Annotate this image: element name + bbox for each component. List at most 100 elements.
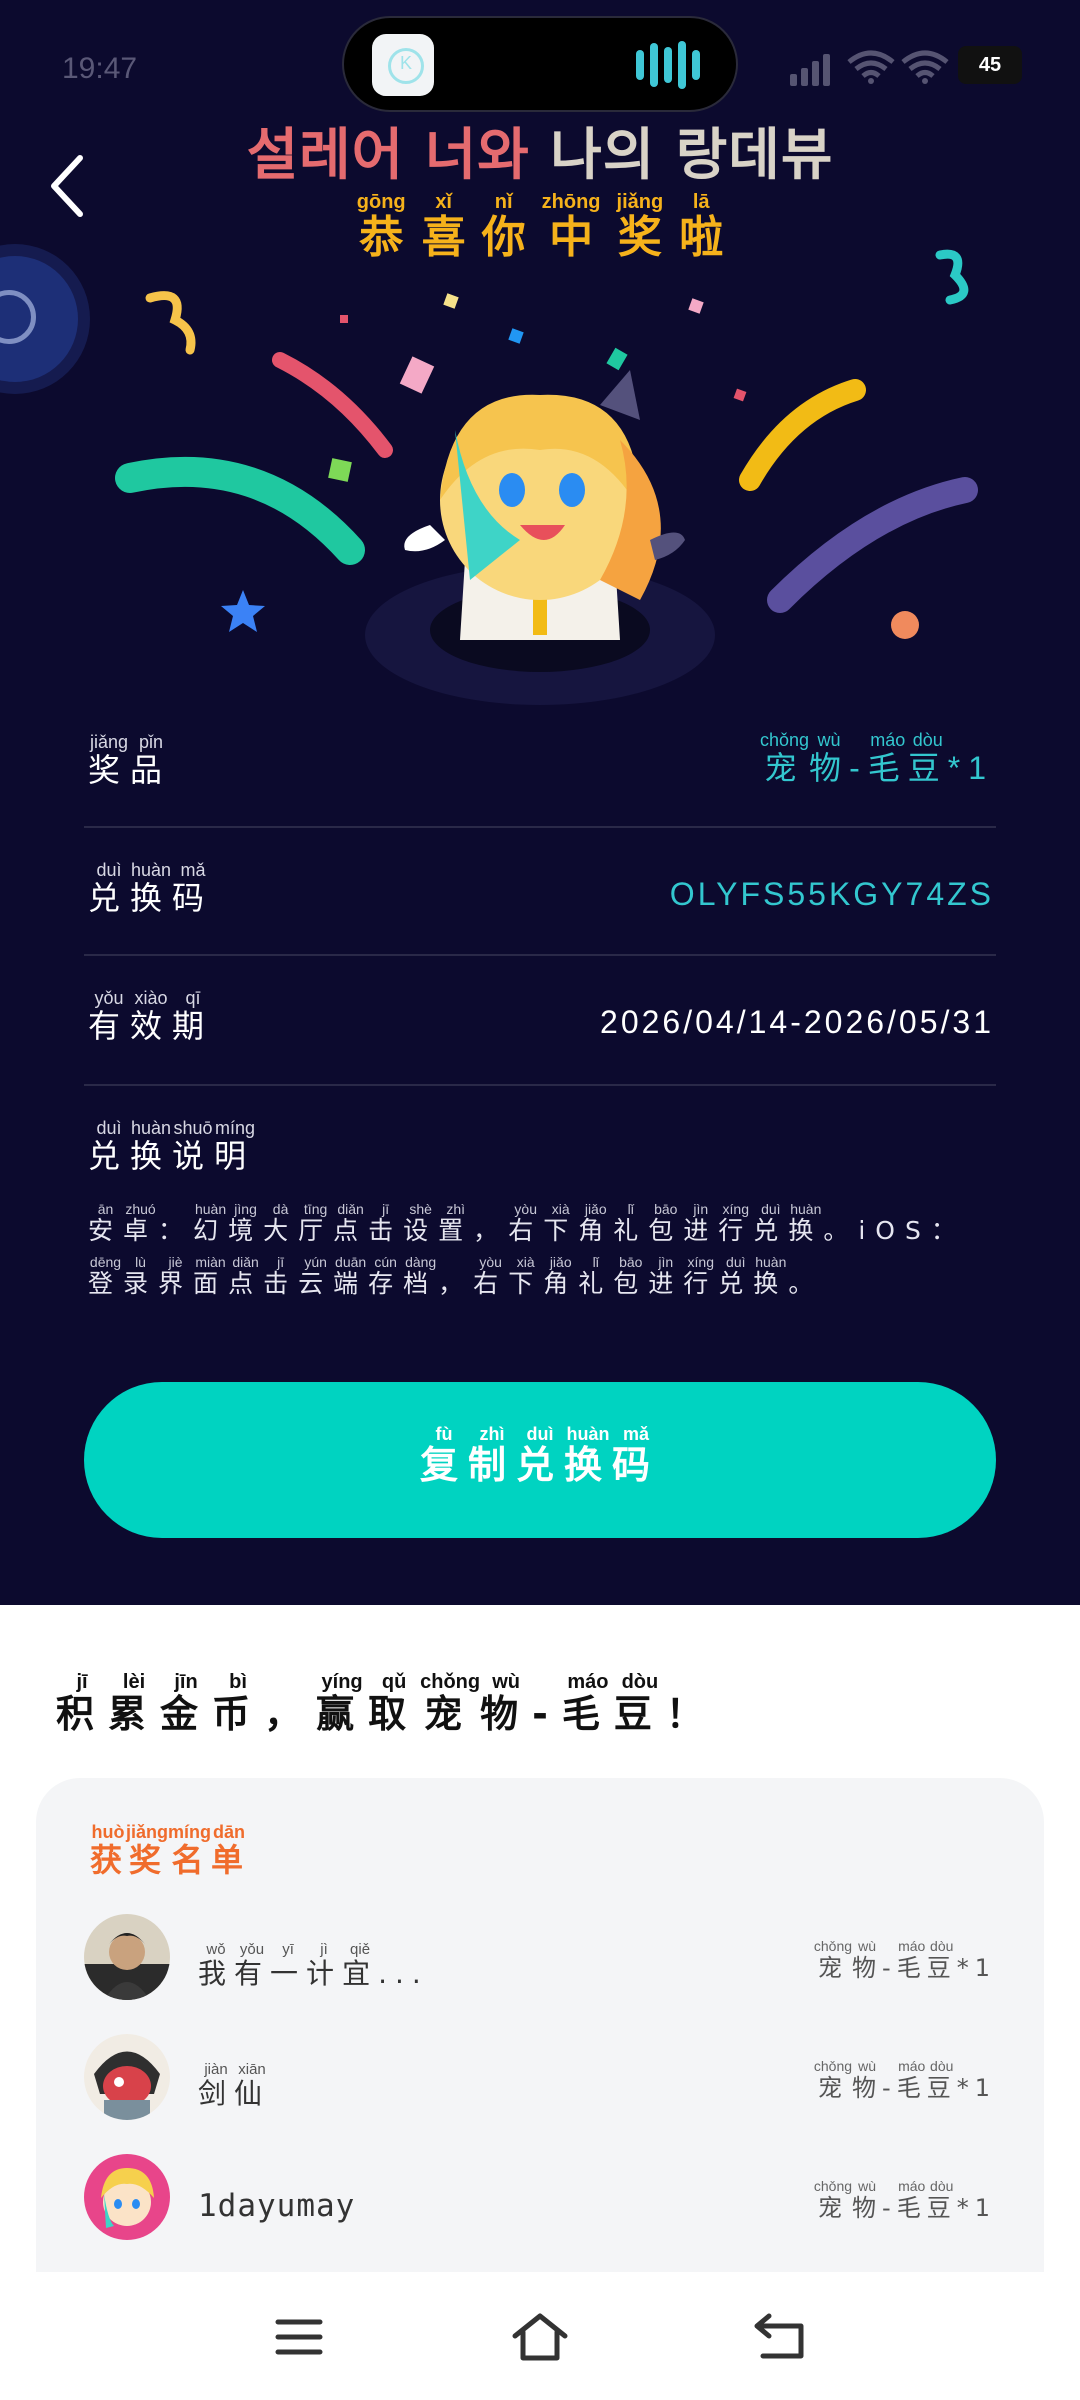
avatar — [84, 2034, 170, 2120]
signal-icon — [790, 74, 797, 86]
ruby-char: iOS： — [858, 1216, 966, 1245]
row-label: 奖jiǎng品pǐn — [88, 732, 173, 791]
ruby-char: 码mǎ — [172, 860, 215, 917]
ruby-char: 制zhì — [467, 1424, 516, 1487]
ruby-char: 毛máo — [896, 2178, 927, 2222]
ruby-char: 兑duì — [753, 1201, 789, 1245]
ruby-char: 豆dòu — [926, 1938, 957, 1982]
wave-bar — [692, 50, 700, 80]
ruby-char: 兑duì — [515, 1424, 564, 1487]
ruby-char: 右yòu — [473, 1254, 509, 1298]
ruby-char: 设shè — [403, 1201, 439, 1245]
ruby-char: 毛máo — [896, 1938, 927, 1982]
ruby-char: 角jiǎo — [543, 1254, 579, 1298]
ruby-char: 名míng — [168, 1822, 212, 1879]
promo-headline: 积jī累lèi金jīn币bì， 赢yíng取qǔ宠chǒng物wù- 毛máo豆… — [56, 1671, 718, 1738]
ruby-char: 行xíng — [718, 1201, 754, 1245]
prize-panel: 19:47 45 설레어 너와 — [0, 0, 1080, 1605]
ruby-char: 品pǐn — [130, 732, 173, 789]
ruby-char: 毛máo — [896, 2058, 927, 2102]
app-icon — [372, 34, 434, 96]
wifi-icon — [847, 50, 895, 84]
menu-button[interactable] — [264, 2302, 334, 2372]
ruby-char: 效xiào — [130, 988, 173, 1045]
ruby-char: 金jīn — [160, 1671, 213, 1736]
ruby-char: 击jī — [368, 1201, 404, 1245]
ruby-char: - — [882, 2194, 897, 2222]
celebration-illustration — [115, 249, 978, 705]
ruby-char: 计jì — [306, 1941, 343, 1990]
ruby-char: 码mǎ — [612, 1424, 661, 1487]
ruby-char: 点diǎn — [228, 1254, 264, 1298]
ruby-char: 。 — [788, 1269, 824, 1298]
avatar — [84, 2154, 170, 2240]
status-icons: 45 — [790, 46, 1022, 86]
wave-bar — [636, 50, 644, 80]
ruby-char: 进jìn — [648, 1254, 684, 1298]
ruby-char: - — [882, 2074, 897, 2102]
ruby-char: 宜qiě — [342, 1941, 379, 1990]
ruby-char: 安ān — [88, 1201, 124, 1245]
ruby-char: 奖jiǎng — [126, 1822, 169, 1879]
ruby-char: 角jiǎo — [578, 1201, 614, 1245]
ruby-char: 兑duì — [88, 1118, 131, 1175]
ruby-char: ... — [378, 1957, 429, 1990]
ruby-char: 面miàn — [193, 1254, 229, 1298]
ruby-char: 大dà — [263, 1201, 299, 1245]
ruby-char: 积jī — [56, 1671, 109, 1736]
ruby-char: 宠chǒng — [760, 730, 810, 786]
ruby-char: 物wù — [852, 2178, 883, 2222]
ruby-char: 存cún — [368, 1254, 404, 1298]
game-title: 설레어 너와 나의 랑데뷰 — [0, 110, 1080, 191]
ruby-char: 物wù — [480, 1671, 533, 1736]
ruby-char: 我wǒ — [198, 1941, 235, 1990]
ruby-char: 包bāo — [648, 1201, 684, 1245]
detail-row-validity: 有yǒu效xiào期qī 2026/04/14-2026/05/31 — [84, 956, 996, 1084]
ruby-char: 云yún — [298, 1254, 334, 1298]
ruby-char: 物wù — [852, 2058, 883, 2102]
dynamic-island — [342, 16, 738, 112]
ruby-char: ， — [264, 1692, 317, 1736]
return-button[interactable] — [745, 2302, 815, 2372]
system-navigation-bar — [0, 2272, 1080, 2400]
wave-bar — [678, 41, 686, 89]
ruby-char: 录lù — [123, 1254, 159, 1298]
row-label: 有yǒu效xiào期qī — [88, 988, 214, 1047]
status-time: 19:47 — [62, 52, 138, 85]
ruby-char: 宠chǒng — [420, 1671, 481, 1736]
ruby-char: 兑duì — [718, 1254, 754, 1298]
ruby-char: 物wù — [809, 730, 850, 786]
ruby-char: 仙xiān — [234, 2061, 271, 2110]
ruby-char: 端duān — [333, 1254, 369, 1298]
row-label: 兑duì换huàn码mǎ — [88, 860, 215, 919]
redeem-code-value[interactable]: OLYFS55KGY74ZS — [670, 876, 994, 913]
winners-title: 获huò奖jiǎng名míng单dān — [90, 1822, 247, 1881]
ruby-char: 毛máo — [867, 730, 908, 786]
ruby-char: 累lèi — [108, 1671, 161, 1736]
ruby-char: 宠chǒng — [813, 1938, 853, 1982]
ruby-char: - — [532, 1692, 562, 1736]
list-item: 剑jiàn仙xiān 宠chǒng物wù- 毛máo豆dòu*1 — [84, 2034, 996, 2124]
ruby-char: 赢yíng — [316, 1671, 369, 1736]
copy-code-button[interactable]: 复fù制zhì兑duì换huàn码mǎ — [84, 1382, 996, 1538]
ruby-char: ， — [438, 1269, 474, 1298]
menu-icon — [275, 2319, 323, 2355]
instructions-text: 安ān卓zhuó： 幻huàn境jìng大dà厅tīng点diǎn击jī设shè… — [88, 1201, 988, 1309]
ruby-char: 奖jiǎng — [88, 732, 131, 789]
ruby-char: 物wù — [852, 1938, 883, 1982]
ruby-char: 下xià — [543, 1201, 579, 1245]
prize-details: 奖jiǎng品pǐn 宠chǒng物wù- 毛máo豆dòu*1 兑duì换hu… — [84, 700, 996, 1084]
ruby-char: 豆dòu — [613, 1671, 666, 1736]
home-icon — [512, 2313, 568, 2361]
ruby-char: 换huàn — [753, 1254, 789, 1298]
list-item: 我wǒ有yǒu一yī计jì宜qiě... 宠chǒng物wù- 毛máo豆dòu… — [84, 1914, 996, 2004]
ruby-char: 进jìn — [683, 1201, 719, 1245]
instructions-line-2: 登dēng录lù界jiè面miàn点diǎn击jī云yún端duān存cún档d… — [88, 1254, 988, 1309]
home-button[interactable] — [505, 2302, 575, 2372]
game-title-part1: 설레어 너와 — [246, 123, 530, 188]
ruby-char: ！ — [665, 1692, 718, 1736]
ruby-char: 换huàn — [130, 1118, 173, 1175]
detail-row-prize: 奖jiǎng品pǐn 宠chǒng物wù- 毛máo豆dòu*1 — [84, 700, 996, 828]
ruby-char: 下xià — [508, 1254, 544, 1298]
winner-prize: 宠chǒng物wù- 毛máo豆dòu*1 — [813, 1938, 996, 1983]
